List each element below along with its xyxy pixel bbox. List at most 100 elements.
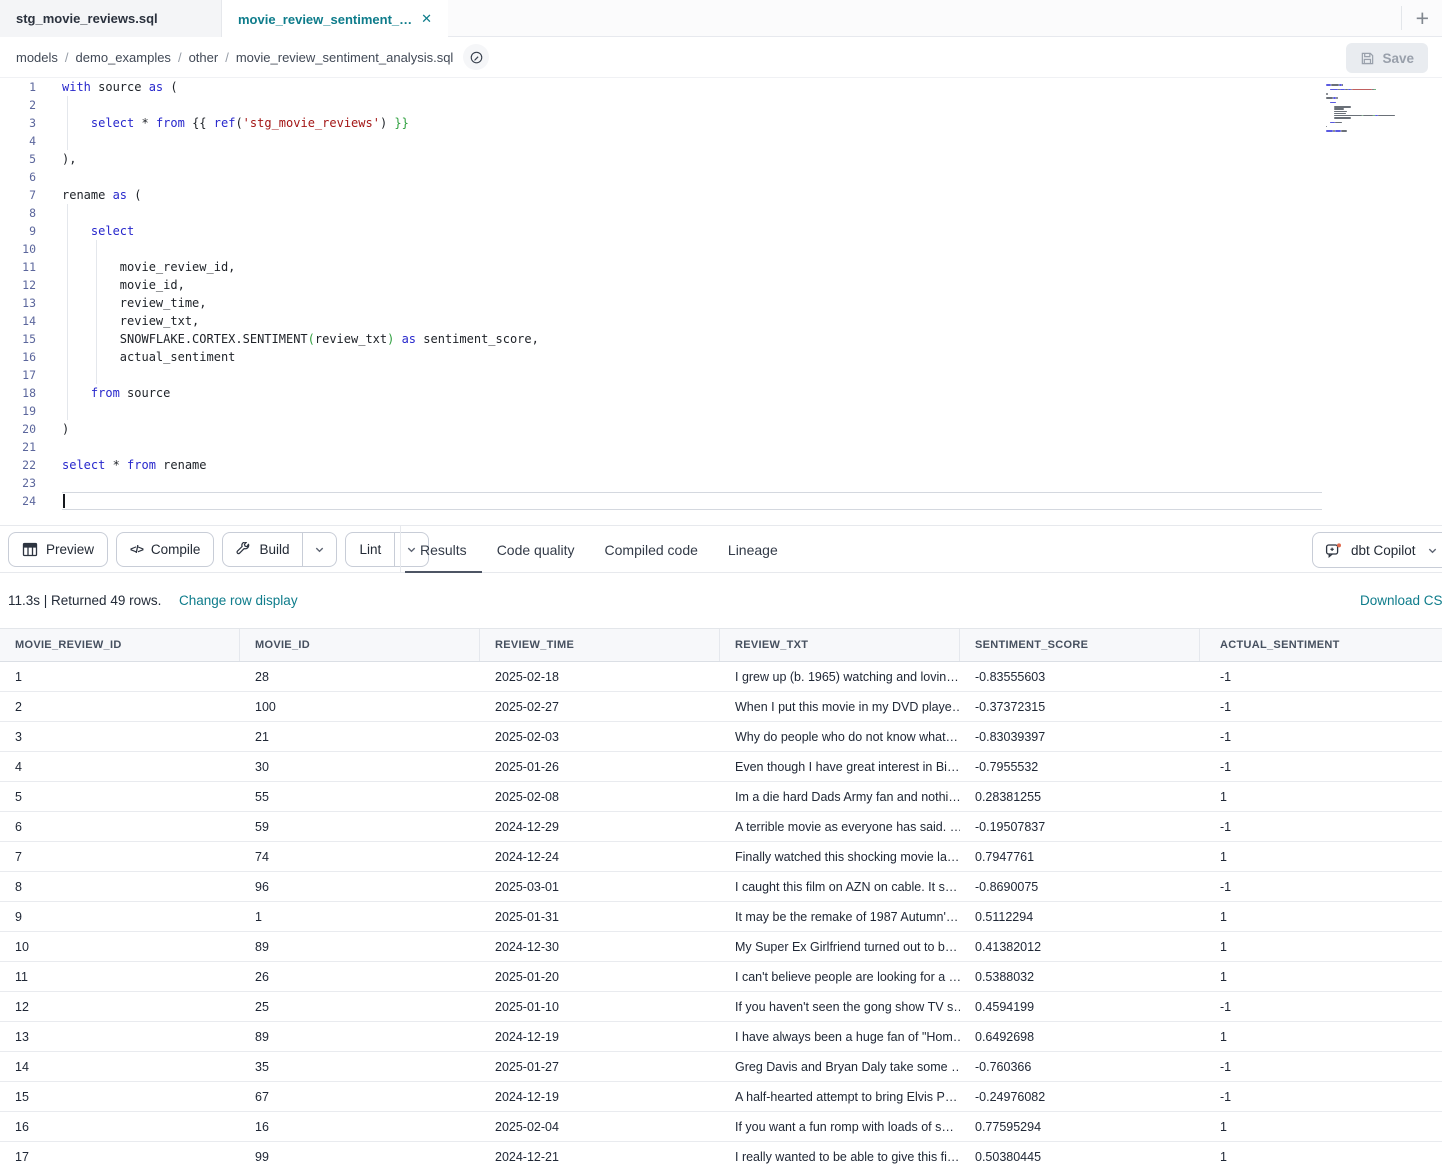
save-button[interactable]: Save — [1346, 43, 1428, 73]
code-token: with — [62, 80, 98, 94]
tab-stg-movie-reviews[interactable]: stg_movie_reviews.sql — [0, 0, 222, 37]
column-header-movie_review_id: MOVIE_REVIEW_ID — [0, 629, 240, 661]
download-csv-link[interactable]: Download CSV — [1360, 593, 1442, 608]
grid-header-row: MOVIE_REVIEW_IDMOVIE_IDREVIEW_TIMEREVIEW… — [0, 628, 1442, 662]
cell-sentiment_score: -0.83039397 — [960, 722, 1200, 751]
compile-button[interactable]: </> Compile — [116, 532, 214, 567]
dbt-copilot-button[interactable]: dbt Copilot — [1312, 532, 1442, 568]
cell-review_time: 2025-02-18 — [480, 662, 720, 691]
cell-sentiment_score: -0.83555603 — [960, 662, 1200, 691]
cell-review_time: 2025-02-03 — [480, 722, 720, 751]
sql-editor[interactable]: 1with source as (23 select * from {{ ref… — [0, 78, 1442, 525]
code-token: ( — [308, 332, 315, 346]
cell-actual_sentiment: 1 — [1200, 902, 1442, 931]
cell-review_time: 2025-01-10 — [480, 992, 720, 1021]
tab-movie-review-sentiment-analysis[interactable]: movie_review_sentiment_… ✕ — [222, 0, 448, 38]
breadcrumb-separator: / — [65, 50, 69, 65]
tab-results[interactable]: Results — [405, 526, 482, 573]
cell-sentiment_score: 0.50380445 — [960, 1142, 1200, 1166]
chevron-down-icon — [1427, 545, 1438, 556]
edit-circle-icon — [469, 50, 484, 65]
code-token: }} — [394, 116, 408, 130]
table-row: 912025-01-31It may be the remake of 1987… — [0, 902, 1442, 932]
line-number: 18 — [0, 384, 36, 402]
code-token: select — [91, 224, 134, 238]
results-grid: MOVIE_REVIEW_IDMOVIE_IDREVIEW_TIMEREVIEW… — [0, 628, 1442, 1166]
close-icon[interactable]: ✕ — [421, 11, 432, 27]
action-bar: Preview </> Compile Build — [0, 525, 1442, 573]
divider — [400, 526, 401, 572]
code-token: SNOWFLAKE.CORTEX.SENTIMENT — [62, 332, 308, 346]
code-token: * — [113, 458, 127, 472]
minimap-bar — [1335, 130, 1340, 132]
cell-review_time: 2025-02-27 — [480, 692, 720, 721]
minimap-bar — [1342, 84, 1343, 86]
code-token: as — [149, 80, 171, 94]
cell-movie_review_id: 13 — [0, 1022, 240, 1051]
cell-review_txt: Im a die hard Dads Army fan and nothi… — [720, 782, 960, 811]
change-row-display-link[interactable]: Change row display — [179, 593, 298, 608]
code-line: 19 — [0, 402, 1442, 420]
save-icon — [1360, 51, 1375, 66]
cell-sentiment_score: 0.4594199 — [960, 992, 1200, 1021]
cell-movie_id: 99 — [240, 1142, 480, 1166]
cell-sentiment_score: 0.7947761 — [960, 842, 1200, 871]
cell-review_time: 2025-02-04 — [480, 1112, 720, 1141]
minimap-bar — [1334, 108, 1343, 110]
preview-button[interactable]: Preview — [8, 532, 108, 567]
code-line: 5), — [0, 150, 1442, 168]
editor-buttons: Preview </> Compile Build — [8, 532, 429, 567]
cell-review_time: 2025-01-27 — [480, 1052, 720, 1081]
results-status-bar: 11.3s | Returned 49 rows. Change row dis… — [0, 573, 1442, 628]
table-row: 1282025-02-18I grew up (b. 1965) watchin… — [0, 662, 1442, 692]
minimap-bar — [1341, 130, 1347, 132]
cell-movie_review_id: 5 — [0, 782, 240, 811]
minimap-bar — [1336, 97, 1337, 99]
tab-lineage[interactable]: Lineage — [713, 526, 793, 573]
minimap[interactable] — [1326, 84, 1400, 137]
query-summary: 11.3s | Returned 49 rows. — [8, 593, 161, 608]
line-number: 7 — [0, 186, 36, 204]
line-number: 11 — [0, 258, 36, 276]
code-token: movie_id, — [62, 278, 185, 292]
text-cursor — [63, 494, 65, 508]
plus-icon[interactable]: + — [1416, 7, 1429, 30]
cell-review_txt: Even though I have great interest in Bi… — [720, 752, 960, 781]
table-row: 7742024-12-24Finally watched this shocki… — [0, 842, 1442, 872]
cell-movie_id: 89 — [240, 1022, 480, 1051]
table-row: 11262025-01-20I can't believe people are… — [0, 962, 1442, 992]
cell-movie_id: 16 — [240, 1112, 480, 1141]
cell-actual_sentiment: 1 — [1200, 932, 1442, 961]
save-label: Save — [1382, 51, 1414, 66]
new-tab-area: + — [1401, 0, 1442, 36]
line-number: 4 — [0, 132, 36, 150]
review-text: I have always been a huge fan of "Hom… — [735, 1030, 960, 1044]
indent-guide — [67, 204, 68, 420]
tab-code-quality[interactable]: Code quality — [482, 526, 590, 573]
build-dropdown[interactable] — [302, 533, 336, 566]
cell-review_txt: A half-hearted attempt to bring Elvis P… — [720, 1082, 960, 1111]
lint-button[interactable]: Lint — [346, 533, 394, 566]
cell-review_time: 2024-12-29 — [480, 812, 720, 841]
review-text: A terrible movie as everyone has said. … — [735, 820, 960, 834]
review-text: Finally watched this shocking movie la… — [735, 850, 959, 864]
line-number: 8 — [0, 204, 36, 222]
compile-label: Compile — [151, 542, 201, 557]
review-text: I really wanted to be able to give this … — [735, 1150, 959, 1164]
table-row: 12252025-01-10If you haven't seen the go… — [0, 992, 1442, 1022]
build-button[interactable]: Build — [223, 533, 302, 566]
column-header-review_time: REVIEW_TIME — [480, 629, 720, 661]
code-line: 7rename as ( — [0, 186, 1442, 204]
tab-compiled-code[interactable]: Compiled code — [590, 526, 713, 573]
code-token: * — [141, 116, 155, 130]
indent-guide — [96, 240, 97, 384]
minimap-bar — [1352, 89, 1372, 91]
code-line: 21 — [0, 438, 1442, 456]
code-line: 12 movie_id, — [0, 276, 1442, 294]
breadcrumb-item: models — [16, 50, 58, 65]
code-token: {{ — [192, 116, 214, 130]
cell-review_txt: A terrible movie as everyone has said. … — [720, 812, 960, 841]
code-line: 3 select * from {{ ref('stg_movie_review… — [0, 114, 1442, 132]
table-row: 15672024-12-19A half-hearted attempt to … — [0, 1082, 1442, 1112]
edit-file-pill[interactable] — [463, 44, 489, 70]
